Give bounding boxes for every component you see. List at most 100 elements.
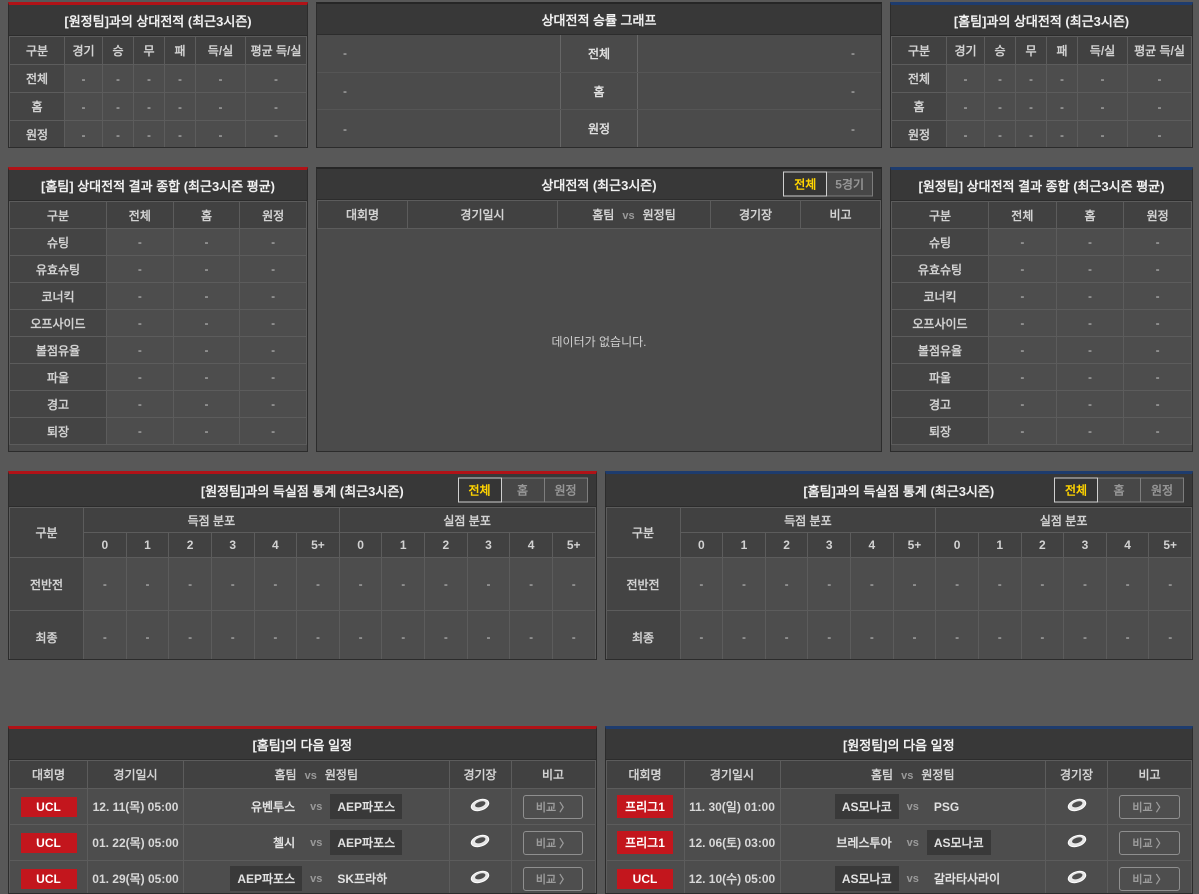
stat-value: - [382, 558, 425, 611]
stat-value: - [425, 558, 468, 611]
panel-title-text: [원정팀]의 다음 일정 [843, 735, 955, 754]
compare-button[interactable]: 비교 〉 [523, 795, 583, 819]
away-side: 갈라타사라이 [927, 866, 1036, 891]
stat-value: - [246, 93, 307, 121]
stadium-icon[interactable] [469, 833, 491, 849]
schedule-table: 대회명경기일시홈팀vs원정팀경기장비고UCL12. 11(목) 05:00유벤투… [9, 760, 596, 894]
tab-원정[interactable]: 원정 [1140, 478, 1184, 503]
panel-title: 상대전적 (최근3시즌) 전체5경기 [317, 169, 881, 200]
stat-value: - [1124, 283, 1192, 310]
match-datetime: 01. 29(목) 05:00 [92, 872, 178, 886]
matchup-cell: 유벤투스vsAEP파포스 [184, 789, 450, 825]
stat-value: - [297, 611, 340, 661]
stat-value: - [1128, 93, 1192, 121]
subcolumn-header: 5+ [1149, 533, 1192, 558]
away-team-name: 갈라타사라이 [927, 866, 1007, 891]
stadium-icon[interactable] [1066, 869, 1088, 885]
stat-value: - [1056, 256, 1124, 283]
stat-value: - [1124, 418, 1192, 445]
graph-right-value: - [638, 73, 881, 110]
graph-row-label: 홈 [560, 73, 638, 110]
stat-value: - [1047, 121, 1078, 149]
stat-value: - [1124, 310, 1192, 337]
stadium-icon[interactable] [469, 797, 491, 813]
table-row: 볼점유율--- [10, 337, 307, 364]
stat-table: 구분경기승무패득/실평균 득/실전체------홈------원정------ [9, 36, 307, 148]
away-team-name: AS모나코 [927, 830, 991, 855]
vs-label: vs [310, 873, 322, 885]
datetime-cell: 12. 06(토) 03:00 [684, 825, 780, 861]
row-label: 최종 [10, 611, 84, 661]
panel-title-text: [홈팀]과의 득실점 통계 (최근3시즌) [803, 481, 994, 500]
stat-value: - [808, 611, 851, 661]
tab-원정[interactable]: 원정 [544, 478, 588, 503]
league-cell: UCL [10, 861, 88, 894]
compare-button[interactable]: 비교 〉 [1119, 867, 1179, 891]
away-side: AEP파포스 [330, 830, 439, 855]
column-header: 구분 [10, 37, 65, 65]
away-side: AEP파포스 [330, 794, 439, 819]
table-row: 최종------------ [10, 611, 596, 661]
compare-button[interactable]: 비교 〉 [523, 867, 583, 891]
datetime-column-header: 경기일시 [684, 761, 780, 789]
stat-value: - [680, 558, 723, 611]
stat-value: - [173, 283, 240, 310]
row-label: 유효슈팅 [892, 256, 989, 283]
table-row: 전반전------------ [606, 558, 1192, 611]
tab-홈[interactable]: 홈 [501, 478, 545, 503]
away-team-name: AEP파포스 [330, 830, 402, 855]
matchup: AS모나코vsPSG [783, 794, 1044, 819]
row-label: 홈 [10, 93, 65, 121]
vs-column-header: 홈팀vs원정팀 [184, 761, 450, 789]
stat-value: - [989, 229, 1057, 256]
stat-value: - [126, 611, 169, 661]
matchup-cell: 첼시vsAEP파포스 [184, 825, 450, 861]
home-team-name: AEP파포스 [230, 866, 302, 891]
stat-value: - [107, 229, 174, 256]
stat-value: - [240, 310, 307, 337]
column-header: 평균 득/실 [246, 37, 307, 65]
datetime-cell: 11. 30(일) 01:00 [684, 789, 780, 825]
away-side: PSG [927, 796, 1036, 818]
subcolumn-header: 2 [425, 533, 468, 558]
compare-button[interactable]: 비교 〉 [523, 831, 583, 855]
tab-전체[interactable]: 전체 [458, 478, 502, 503]
column-header: 패 [165, 37, 196, 65]
compare-button[interactable]: 비교 〉 [1119, 831, 1179, 855]
compare-button[interactable]: 비교 〉 [1119, 795, 1179, 819]
stat-value: - [169, 558, 212, 611]
schedule-home-table: 대회명경기일시홈팀vs원정팀경기장비고UCL12. 11(목) 05:00유벤투… [9, 760, 596, 894]
tab-5경기[interactable]: 5경기 [826, 172, 873, 197]
tab-전체[interactable]: 전체 [783, 172, 827, 197]
stat-value: - [989, 283, 1057, 310]
panel-h2h-vs-awayteam: [원정팀]과의 상대전적 (최근3시즌) 구분경기승무패득/실평균 득/실전체-… [8, 2, 308, 148]
league-cell: UCL [10, 789, 88, 825]
tab-전체[interactable]: 전체 [1054, 478, 1098, 503]
stadium-cell [449, 789, 511, 825]
stadium-icon[interactable] [1066, 833, 1088, 849]
stat-value: - [107, 310, 174, 337]
tab-홈[interactable]: 홈 [1097, 478, 1141, 503]
stat-value: - [107, 256, 174, 283]
stadium-icon[interactable] [469, 869, 491, 885]
match-datetime: 12. 10(수) 05:00 [689, 872, 775, 886]
table-row: 코너킥--- [10, 283, 307, 310]
stat-value: - [1056, 364, 1124, 391]
stat-value: - [297, 558, 340, 611]
stadium-icon[interactable] [1066, 797, 1088, 813]
match-datetime: 12. 06(토) 03:00 [689, 836, 775, 850]
stat-table: 구분전체홈원정슈팅---유효슈팅---코너킥---오프사이드---볼점유율---… [9, 201, 307, 445]
subcolumn-header: 5+ [893, 533, 936, 558]
datetime-cell: 12. 10(수) 05:00 [684, 861, 780, 894]
stat-value: - [1078, 121, 1128, 149]
header-row: 구분경기승무패득/실평균 득/실 [892, 37, 1192, 65]
row-label: 원정 [10, 121, 65, 149]
row-label: 퇴장 [892, 418, 989, 445]
home-side: AEP파포스 [193, 866, 302, 891]
stat-value: - [107, 283, 174, 310]
schedule-row: UCL12. 11(목) 05:00유벤투스vsAEP파포스비교 〉 [10, 789, 596, 825]
table-row: 코너킥--- [892, 283, 1192, 310]
panel-goals-vs-hometeam: [홈팀]과의 득실점 통계 (최근3시즌) 전체홈원정 구분득점 분포실점 분포… [605, 471, 1194, 660]
column-header: 전체 [989, 202, 1057, 229]
subcolumn-header-row: 012345+012345+ [606, 533, 1192, 558]
